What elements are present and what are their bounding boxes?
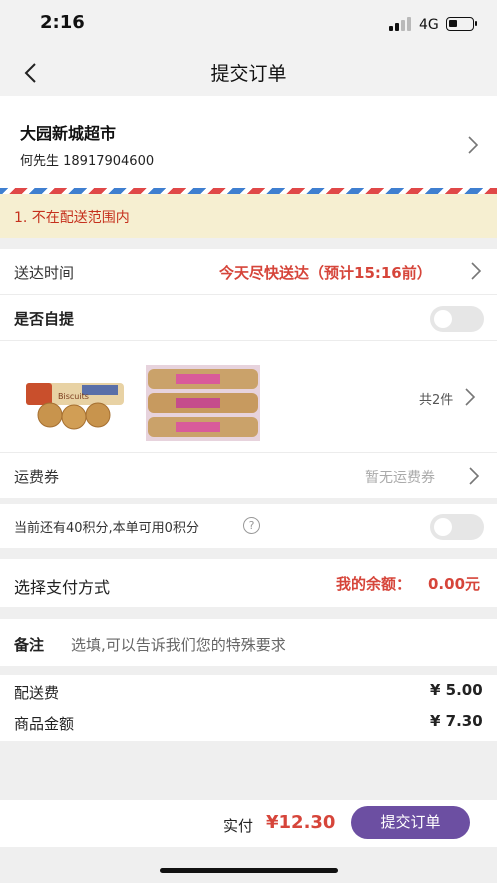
fees-section: 配送费 ¥ 5.00 商品金额 ¥ 7.30 [0,675,497,741]
product-count: 共2件 [419,393,454,408]
status-bar: 2:16 4G [0,0,497,50]
total-label: 实付 [223,817,254,835]
delivery-fee-value: ¥ 5.00 [430,681,483,699]
store-name: 大园新城超市 [20,124,117,143]
remark-input[interactable]: 选填,可以告诉我们您的特殊要求 [71,634,286,655]
status-time: 2:16 [40,12,85,33]
total-amount: ¥12.30 [266,812,336,833]
submit-bar: 实付 ¥12.30 提交订单 [0,800,497,847]
submit-order-button[interactable]: 提交订单 [351,806,470,839]
self-pickup-label: 是否自提 [14,310,75,328]
nav-bar: 提交订单 [0,50,497,96]
page-title: 提交订单 [210,63,287,85]
battery-icon [446,17,477,31]
product-image-biscuits-2 [146,365,260,441]
delivery-time-row[interactable]: 送达时间 今天尽快送达（预计15:16前） [0,249,497,294]
points-label: 当前还有40积分,本单可用0积分 [14,521,199,536]
delivery-time-value: 今天尽快送达（预计15:16前） [219,264,432,282]
shipping-coupon-value: 暂无运费券 [365,470,435,486]
points-toggle[interactable] [430,514,484,540]
product-image-biscuits-1: Biscuits [26,383,124,430]
chevron-right-icon [469,467,480,485]
shipping-coupon-label: 运费券 [14,468,60,486]
toggle-knob [434,310,452,328]
signal-icon [389,17,413,31]
self-pickup-row: 是否自提 [0,295,497,340]
chevron-right-icon [471,262,482,280]
payment-label: 选择支付方式 [14,578,111,597]
network-type: 4G [419,17,439,33]
delivery-fee-label: 配送费 [14,684,60,702]
home-indicator[interactable] [160,868,338,873]
goods-amount-value: ¥ 7.30 [430,712,483,730]
shipping-coupon-row[interactable]: 运费券 暂无运费券 [0,453,497,498]
chevron-right-icon [465,388,476,406]
balance-label: 我的余额： [336,575,412,593]
remark-row: 备注 选填,可以告诉我们您的特殊要求 [0,619,497,666]
payment-row[interactable]: 选择支付方式 我的余额： 0.00元 [0,559,497,607]
contact-info: 何先生 18917904600 [20,154,155,169]
help-icon[interactable]: ? [243,517,260,534]
warning-text: 1. 不在配送范围内 [14,210,130,226]
address-card[interactable]: 大园新城超市 何先生 18917904600 [0,96,497,192]
svg-text:Biscuits: Biscuits [58,392,89,401]
points-row: 当前还有40积分,本单可用0积分 ? [0,504,497,548]
chevron-right-icon [468,136,479,154]
warning-banner: 1. 不在配送范围内 [0,194,497,238]
self-pickup-toggle[interactable] [430,306,484,332]
remark-label: 备注 [14,636,45,654]
delivery-time-label: 送达时间 [14,264,75,282]
toggle-knob [434,518,452,536]
balance-value: 0.00元 [428,575,481,593]
goods-amount-label: 商品金额 [14,715,75,733]
product-row[interactable]: Biscuits 共2件 [0,341,497,452]
